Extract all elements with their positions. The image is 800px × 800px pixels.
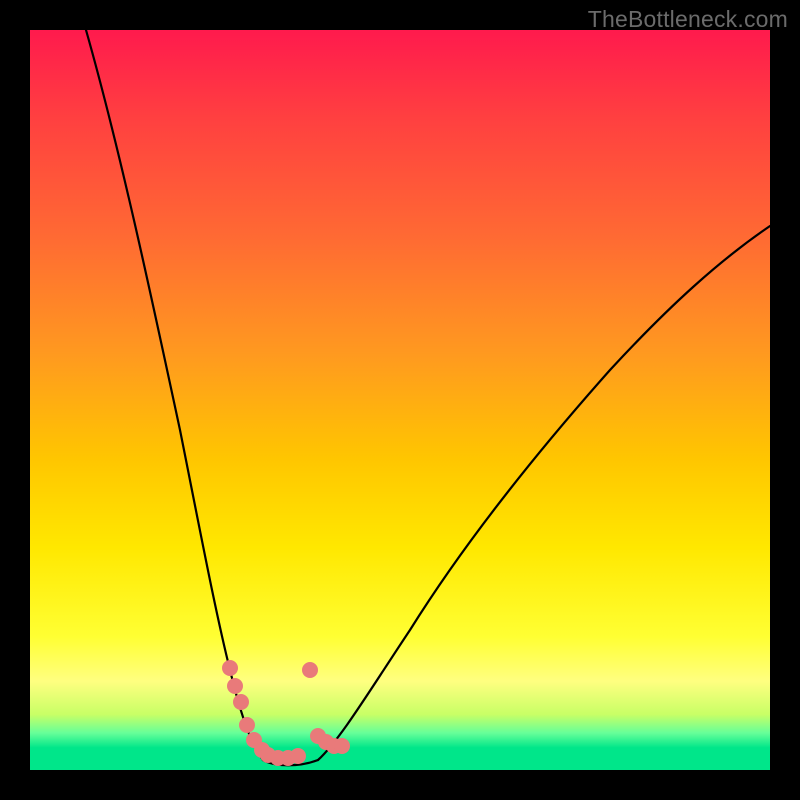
plot-area	[30, 30, 770, 770]
curve-layer	[30, 30, 770, 770]
right-curve	[318, 226, 770, 760]
right-dots	[302, 662, 350, 754]
floor-dots	[260, 747, 306, 766]
left-curve	[86, 30, 263, 760]
left-dots	[222, 660, 270, 758]
chart-frame: TheBottleneck.com	[0, 0, 800, 800]
watermark-text: TheBottleneck.com	[588, 6, 788, 33]
